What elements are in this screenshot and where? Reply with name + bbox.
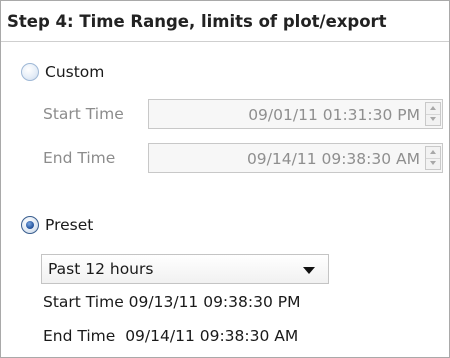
preset-end-time-value: 09/14/11 09:38:30 AM [125,327,299,345]
custom-start-time-spinner[interactable] [425,102,441,126]
custom-start-time-label: Start Time [43,105,124,123]
custom-end-time-label: End Time [43,149,116,167]
custom-end-time-spinner[interactable] [425,146,441,170]
preset-start-time-row: Start Time 09/13/11 09:38:30 PM [43,293,300,311]
preset-end-time-row: End Time 09/14/11 09:38:30 AM [43,327,298,345]
custom-radio-option[interactable]: Custom [21,63,104,81]
custom-start-time-value: 09/01/11 01:31:30 PM [248,106,420,124]
preset-start-time-label: Start Time [43,293,124,311]
preset-start-time-value: 09/13/11 09:38:30 PM [128,293,301,311]
custom-end-time-field[interactable]: 09/14/11 09:38:30 AM [148,143,443,173]
dropdown-arrow-icon[interactable] [303,267,315,274]
custom-radio-label: Custom [45,63,105,81]
custom-end-time-value: 09/14/11 09:38:30 AM [246,150,420,168]
preset-radio-option[interactable]: Preset [21,216,93,234]
preset-end-time-label: End Time [43,327,116,345]
preset-range-dropdown[interactable]: Past 12 hours [41,254,329,284]
preset-radio-label: Preset [45,216,94,234]
custom-radio-button[interactable] [21,63,39,81]
preset-radio-button[interactable] [21,216,39,234]
spin-down-arrow-icon[interactable] [426,114,440,125]
spin-down-arrow-icon[interactable] [426,158,440,169]
step-title: Step 4: Time Range, limits of plot/expor… [7,12,387,31]
preset-range-value: Past 12 hours [48,260,154,278]
custom-start-time-field[interactable]: 09/01/11 01:31:30 PM [148,99,443,129]
header-divider [1,41,449,42]
time-range-panel: Step 4: Time Range, limits of plot/expor… [0,0,450,358]
